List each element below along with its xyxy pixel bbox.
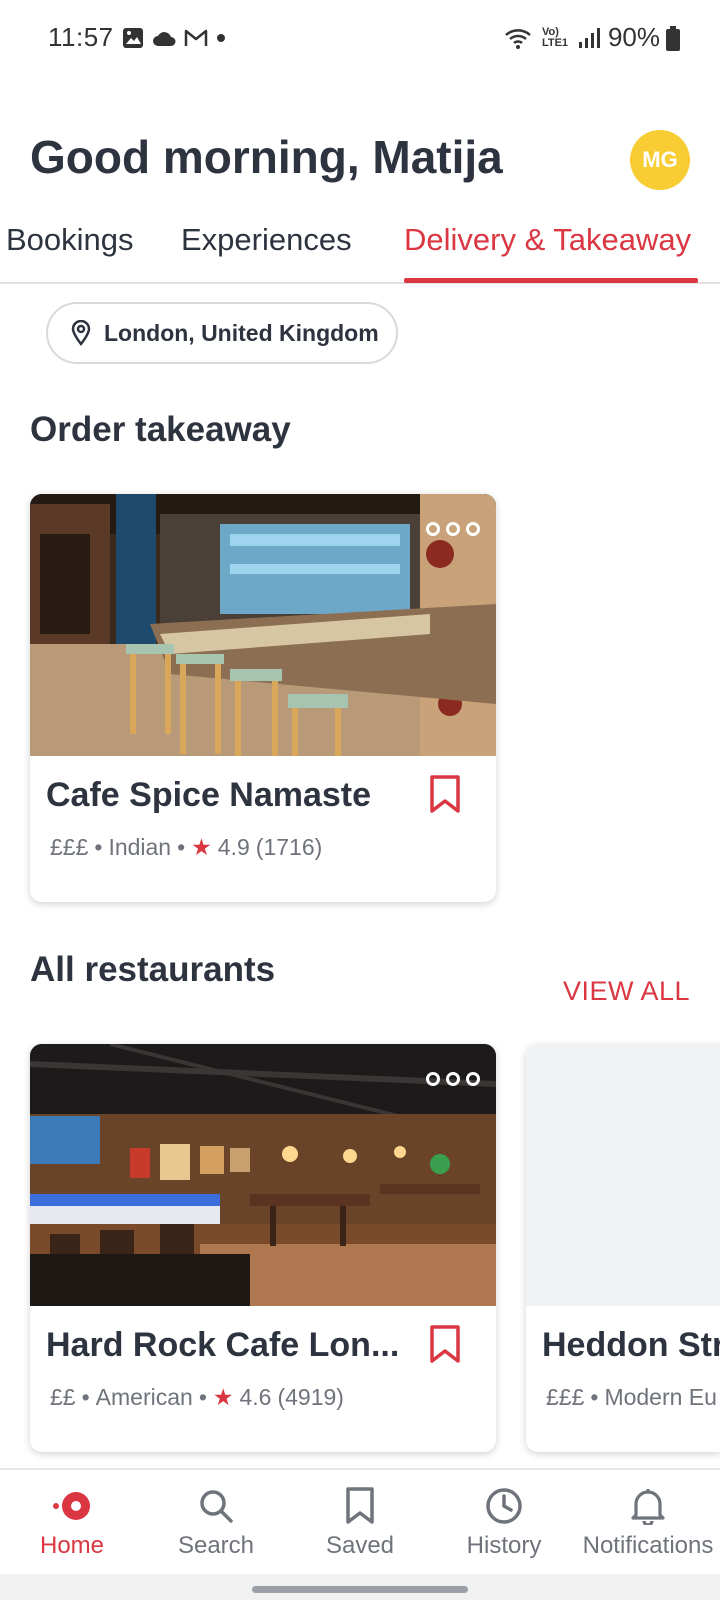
avatar-initials: MG [642,147,678,172]
status-bar: 11:57 Vo) LTE1 90% [0,0,720,80]
price-range: £££ [50,834,89,860]
restaurant-card[interactable]: Heddon Str £££ • Modern Eu [526,1044,720,1452]
network-label: Vo) LTE1 [541,25,569,49]
price-range: £££ [546,1384,585,1410]
nav-home[interactable]: Home [0,1470,144,1576]
star-icon: ★ [212,1384,234,1410]
bottom-navigation: Home Search Saved History Notifications [0,1468,720,1574]
nav-label: Notifications [582,1532,714,1559]
cuisine: Indian [108,834,172,860]
wifi-icon [505,28,531,49]
restaurant-photo-placeholder [526,1044,720,1306]
review-count: (4919) [277,1384,344,1410]
bell-icon [630,1486,666,1526]
restaurant-card[interactable]: Hard Rock Cafe Lon... ££ • American • ★ … [30,1044,496,1452]
restaurant-name: Heddon Str [542,1326,720,1364]
restaurant-name: Cafe Spice Namaste [46,776,372,814]
dot-icon [217,34,225,42]
battery-icon [666,26,680,51]
nav-notifications[interactable]: Notifications [576,1470,720,1576]
cuisine: American [95,1384,193,1410]
system-icons: Vo) LTE1 90% [504,22,660,53]
status-time: 11:57 [48,22,114,52]
location-pin-icon [71,320,91,346]
tab-delivery-takeaway[interactable]: Delivery & Takeaway [404,222,691,258]
nav-history[interactable]: History [432,1470,576,1576]
rating: 4.9 [217,834,250,860]
clock-icon [485,1486,523,1526]
signal-icon [578,27,600,48]
cuisine: Modern Eu [604,1384,717,1410]
nav-saved[interactable]: Saved [288,1470,432,1576]
bookmark-icon[interactable] [428,1324,462,1364]
tab-bar: Bookings Experiences Delivery & Takeaway [0,212,720,284]
search-icon [198,1486,234,1526]
bookmark-icon [345,1486,375,1526]
cloud-icon [153,32,176,46]
nav-search[interactable]: Search [144,1470,288,1576]
bookmark-icon[interactable] [428,774,462,814]
more-options-icon[interactable] [426,522,482,540]
restaurant-name: Hard Rock Cafe Lon... [46,1326,400,1364]
section-title-order-takeaway: Order takeaway [30,410,291,449]
price-range: ££ [50,1384,76,1410]
gallery-icon [123,28,143,48]
more-options-icon[interactable] [426,1072,482,1090]
nav-label: Saved [325,1532,395,1559]
home-indicator[interactable] [252,1586,468,1593]
restaurant-meta: £££ • Indian • ★ 4.9 (1716) [50,834,323,860]
nav-label: History [466,1532,542,1559]
restaurant-card[interactable]: Cafe Spice Namaste £££ • Indian • ★ 4.9 … [30,494,496,902]
nav-label: Home [39,1532,105,1559]
battery-percent: 90% [607,22,660,52]
restaurant-meta: £££ • Modern Eu [546,1384,717,1410]
restaurant-meta: ££ • American • ★ 4.6 (4919) [50,1384,344,1410]
nav-label: Search [177,1532,255,1559]
location-selector[interactable]: London, United Kingdom [46,302,398,364]
tab-bookings[interactable]: Bookings [6,222,134,258]
location-label: London, United Kingdom [104,319,379,346]
section-title-all-restaurants: All restaurants [30,950,276,989]
active-tab-indicator [404,278,698,283]
tab-experiences[interactable]: Experiences [181,222,352,258]
review-count: (1716) [255,834,323,860]
view-all-link[interactable]: VIEW ALL [563,976,690,1007]
page-title: Good morning, Matija [30,131,503,183]
home-icon [50,1486,94,1526]
star-icon: ★ [191,834,212,860]
gmail-icon [184,29,208,46]
rating: 4.6 [239,1384,272,1410]
avatar[interactable]: MG [630,130,690,190]
notification-icons [122,27,226,49]
